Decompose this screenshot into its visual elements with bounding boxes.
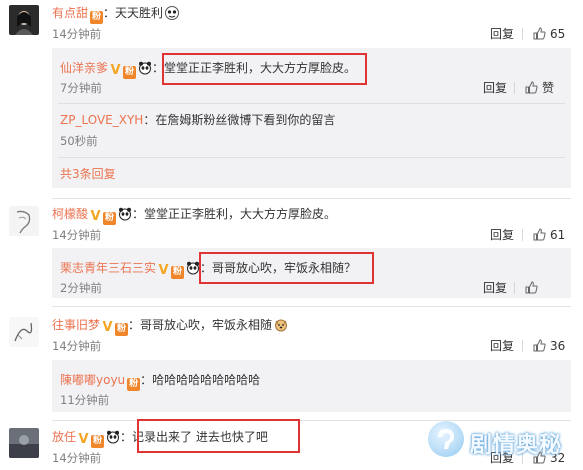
fan-badge-icon: 粉 [91, 435, 105, 448]
divider [58, 157, 565, 158]
comment-time: 14分钟前 [52, 228, 102, 242]
panda-icon [187, 261, 200, 275]
verified-v-icon: V [110, 63, 121, 78]
comment-line: 柯檬酸 V 粉：堂堂正正李胜利，大大方方厚脸皮。 [52, 207, 337, 225]
reply-time: 50秒前 [60, 134, 98, 148]
thumbs-up-icon [533, 27, 546, 40]
fan-badge-icon: 粉 [115, 323, 129, 336]
avatar[interactable] [9, 206, 39, 236]
divider [52, 198, 571, 199]
comment-line: 有点甜粉：天天胜利 [52, 5, 180, 24]
comment-time: 14分钟前 [52, 27, 102, 41]
divider [514, 82, 515, 94]
comment-text: 天天胜利 [115, 6, 164, 20]
like-button[interactable]: 65 [533, 27, 565, 41]
thumbs-up-icon [525, 81, 538, 94]
verified-v-icon: V [102, 320, 113, 335]
fan-badge-icon: 粉 [103, 212, 117, 225]
watermark: 剧情奥秘 [428, 419, 568, 459]
divider [52, 306, 571, 307]
divider [522, 28, 523, 40]
thumbs-up-icon [533, 339, 546, 352]
avatar[interactable] [9, 5, 39, 35]
comment-time: 14分钟前 [52, 451, 102, 465]
fan-badge-icon: 粉 [127, 378, 141, 391]
comment-text: 堂堂正正李胜利，大大方方厚脸皮。 [144, 207, 337, 221]
divider [522, 229, 523, 241]
verified-v-icon: V [78, 432, 89, 447]
reply-line: ZP_LOVE_XYH：在詹姆斯粉丝微博下看到你的留言 [60, 113, 336, 127]
like-count: 61 [550, 228, 566, 242]
fan-badge-icon: 粉 [171, 266, 185, 279]
like-button[interactable]: 61 [533, 228, 565, 242]
reply-time: 2分钟前 [60, 281, 102, 295]
like-label: 赞 [542, 81, 555, 95]
verified-v-icon: V [158, 263, 169, 278]
fan-badge-icon: 粉 [90, 11, 104, 24]
comment-text: 哥哥放心吹，牢饭永相随 [140, 318, 273, 332]
avatar[interactable] [9, 428, 39, 458]
emoji-face-icon [165, 6, 180, 20]
like-button[interactable] [525, 281, 542, 295]
reply-button[interactable]: 回复 [483, 81, 507, 95]
reply-button[interactable]: 回复 [490, 27, 514, 41]
reply-button[interactable]: 回复 [490, 228, 514, 242]
panda-icon [139, 61, 152, 75]
username[interactable]: 仙洋亲爹 [60, 61, 108, 75]
thumbs-up-icon [533, 228, 546, 241]
username[interactable]: 往事旧梦 [52, 318, 100, 332]
comment-line: 往事旧梦 V 粉：哥哥放心吹，牢饭永相随 [52, 317, 288, 336]
highlight-box [162, 53, 367, 85]
reply-time: 11分钟前 [60, 393, 110, 407]
highlight-box [199, 252, 374, 284]
divider [58, 103, 565, 104]
reply-time: 7分钟前 [60, 81, 102, 95]
like-count: 36 [550, 339, 566, 353]
doge-emoji-icon [275, 319, 288, 332]
watermark-logo-icon [428, 421, 464, 457]
like-button[interactable]: 赞 [525, 81, 554, 95]
reply-line: 陳嘟嘟yoyu 粉：哈哈哈哈哈哈哈哈哈 [60, 373, 261, 391]
username[interactable]: 陳嘟嘟yoyu [60, 373, 125, 387]
reply-button[interactable]: 回复 [490, 339, 514, 353]
divider [514, 282, 515, 294]
username[interactable]: ZP_LOVE_XYH [60, 113, 143, 127]
username[interactable]: 有点甜 [52, 6, 88, 20]
comment-time: 14分钟前 [52, 339, 102, 353]
reply-text: 在詹姆斯粉丝微博下看到你的留言 [155, 113, 336, 127]
reply-button[interactable]: 回复 [483, 281, 507, 295]
fan-badge-icon: 粉 [123, 66, 137, 79]
panda-icon [107, 430, 120, 444]
highlight-box [137, 419, 300, 453]
watermark-text: 剧情奥秘 [470, 433, 563, 458]
panda-icon [119, 207, 132, 221]
username[interactable]: 栗志青年三石三实 [60, 261, 156, 275]
avatar[interactable] [9, 317, 39, 347]
reply-text: 哈哈哈哈哈哈哈哈哈 [152, 373, 261, 387]
more-replies-link[interactable]: 共3条回复 [60, 166, 116, 182]
like-count: 65 [550, 27, 566, 41]
thumbs-up-icon [525, 281, 538, 294]
username[interactable]: 放任 [52, 430, 76, 444]
verified-v-icon: V [90, 209, 101, 224]
divider [522, 340, 523, 352]
like-button[interactable]: 36 [533, 339, 565, 353]
username[interactable]: 柯檬酸 [52, 207, 88, 221]
